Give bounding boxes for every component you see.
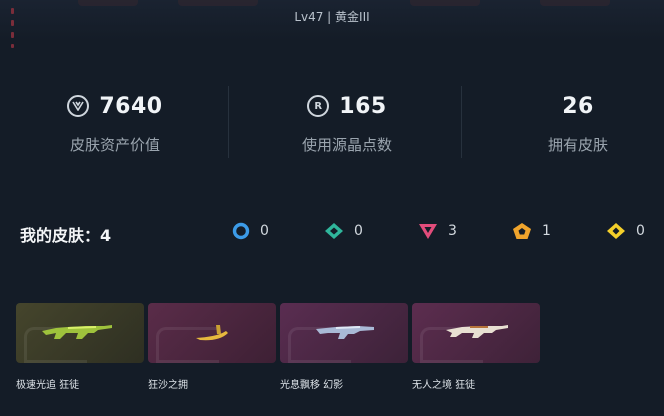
stats-divider: [228, 86, 229, 158]
skin-card-label: 狂沙之拥: [148, 380, 188, 391]
header-decoration: [178, 0, 258, 6]
stat-value: 165: [339, 93, 387, 119]
header-decoration: [410, 0, 480, 6]
header-decoration: [78, 0, 138, 6]
stat-value: 26: [562, 93, 594, 119]
stat-label: 皮肤资产价值: [69, 136, 160, 154]
my-skins-count: 4: [100, 226, 112, 245]
tier-count: 3: [448, 223, 457, 239]
skin-card[interactable]: [148, 303, 276, 363]
tier-count-premium[interactable]: 3: [418, 222, 457, 240]
stat-skin-value: 7640 皮肤资产价值: [40, 88, 190, 160]
rifle-skin-icon: [316, 326, 374, 339]
player-level-rank: Lv47 | 黄金III: [294, 10, 370, 24]
skin-card-label: 光息飘移 幻影: [280, 380, 344, 391]
stat-owned-skins: 26 拥有皮肤: [503, 88, 653, 160]
stat-label: 拥有皮肤: [547, 136, 608, 154]
deluxe-tier-icon: [325, 223, 343, 239]
skin-card[interactable]: [16, 303, 144, 363]
exclusive-tier-icon: [513, 223, 531, 239]
stats-row: 7640 皮肤资产价值 R 165 使用源晶点数 26 拥有皮肤: [0, 88, 664, 160]
ultra-tier-icon: [607, 223, 625, 239]
skin-card[interactable]: [412, 303, 540, 363]
stat-value: 7640: [99, 93, 163, 119]
stat-label: 使用源晶点数: [301, 136, 392, 154]
v-points-icon: [67, 95, 90, 117]
tier-count-ultra[interactable]: 0: [606, 222, 645, 240]
stats-divider: [461, 86, 462, 158]
tier-count: 1: [542, 223, 551, 239]
radianite-icon: R: [307, 95, 330, 117]
premium-tier-icon: [419, 224, 437, 239]
tier-count: 0: [260, 223, 269, 239]
skin-card-label: 无人之境 狂徒: [412, 380, 476, 391]
tier-count: 0: [354, 223, 363, 239]
skin-card-label: 极速光追 狂徒: [16, 380, 80, 391]
tier-count: 0: [636, 223, 645, 239]
my-skins-heading: 我的皮肤：4: [20, 222, 111, 246]
my-skins-title: 我的皮肤：: [20, 226, 101, 245]
header-decoration: [540, 0, 610, 6]
skin-card[interactable]: [280, 303, 408, 363]
tier-count-deluxe[interactable]: 0: [324, 222, 363, 240]
stat-radianite-used: R 165 使用源晶点数: [272, 88, 422, 160]
tier-count-select[interactable]: 0: [232, 222, 269, 240]
rifle-skin-icon: [42, 325, 112, 339]
tier-count-exclusive[interactable]: 1: [512, 222, 551, 240]
select-tier-icon: [232, 222, 250, 240]
rifle-skin-icon: [446, 325, 508, 338]
knife-skin-icon: [196, 325, 228, 341]
